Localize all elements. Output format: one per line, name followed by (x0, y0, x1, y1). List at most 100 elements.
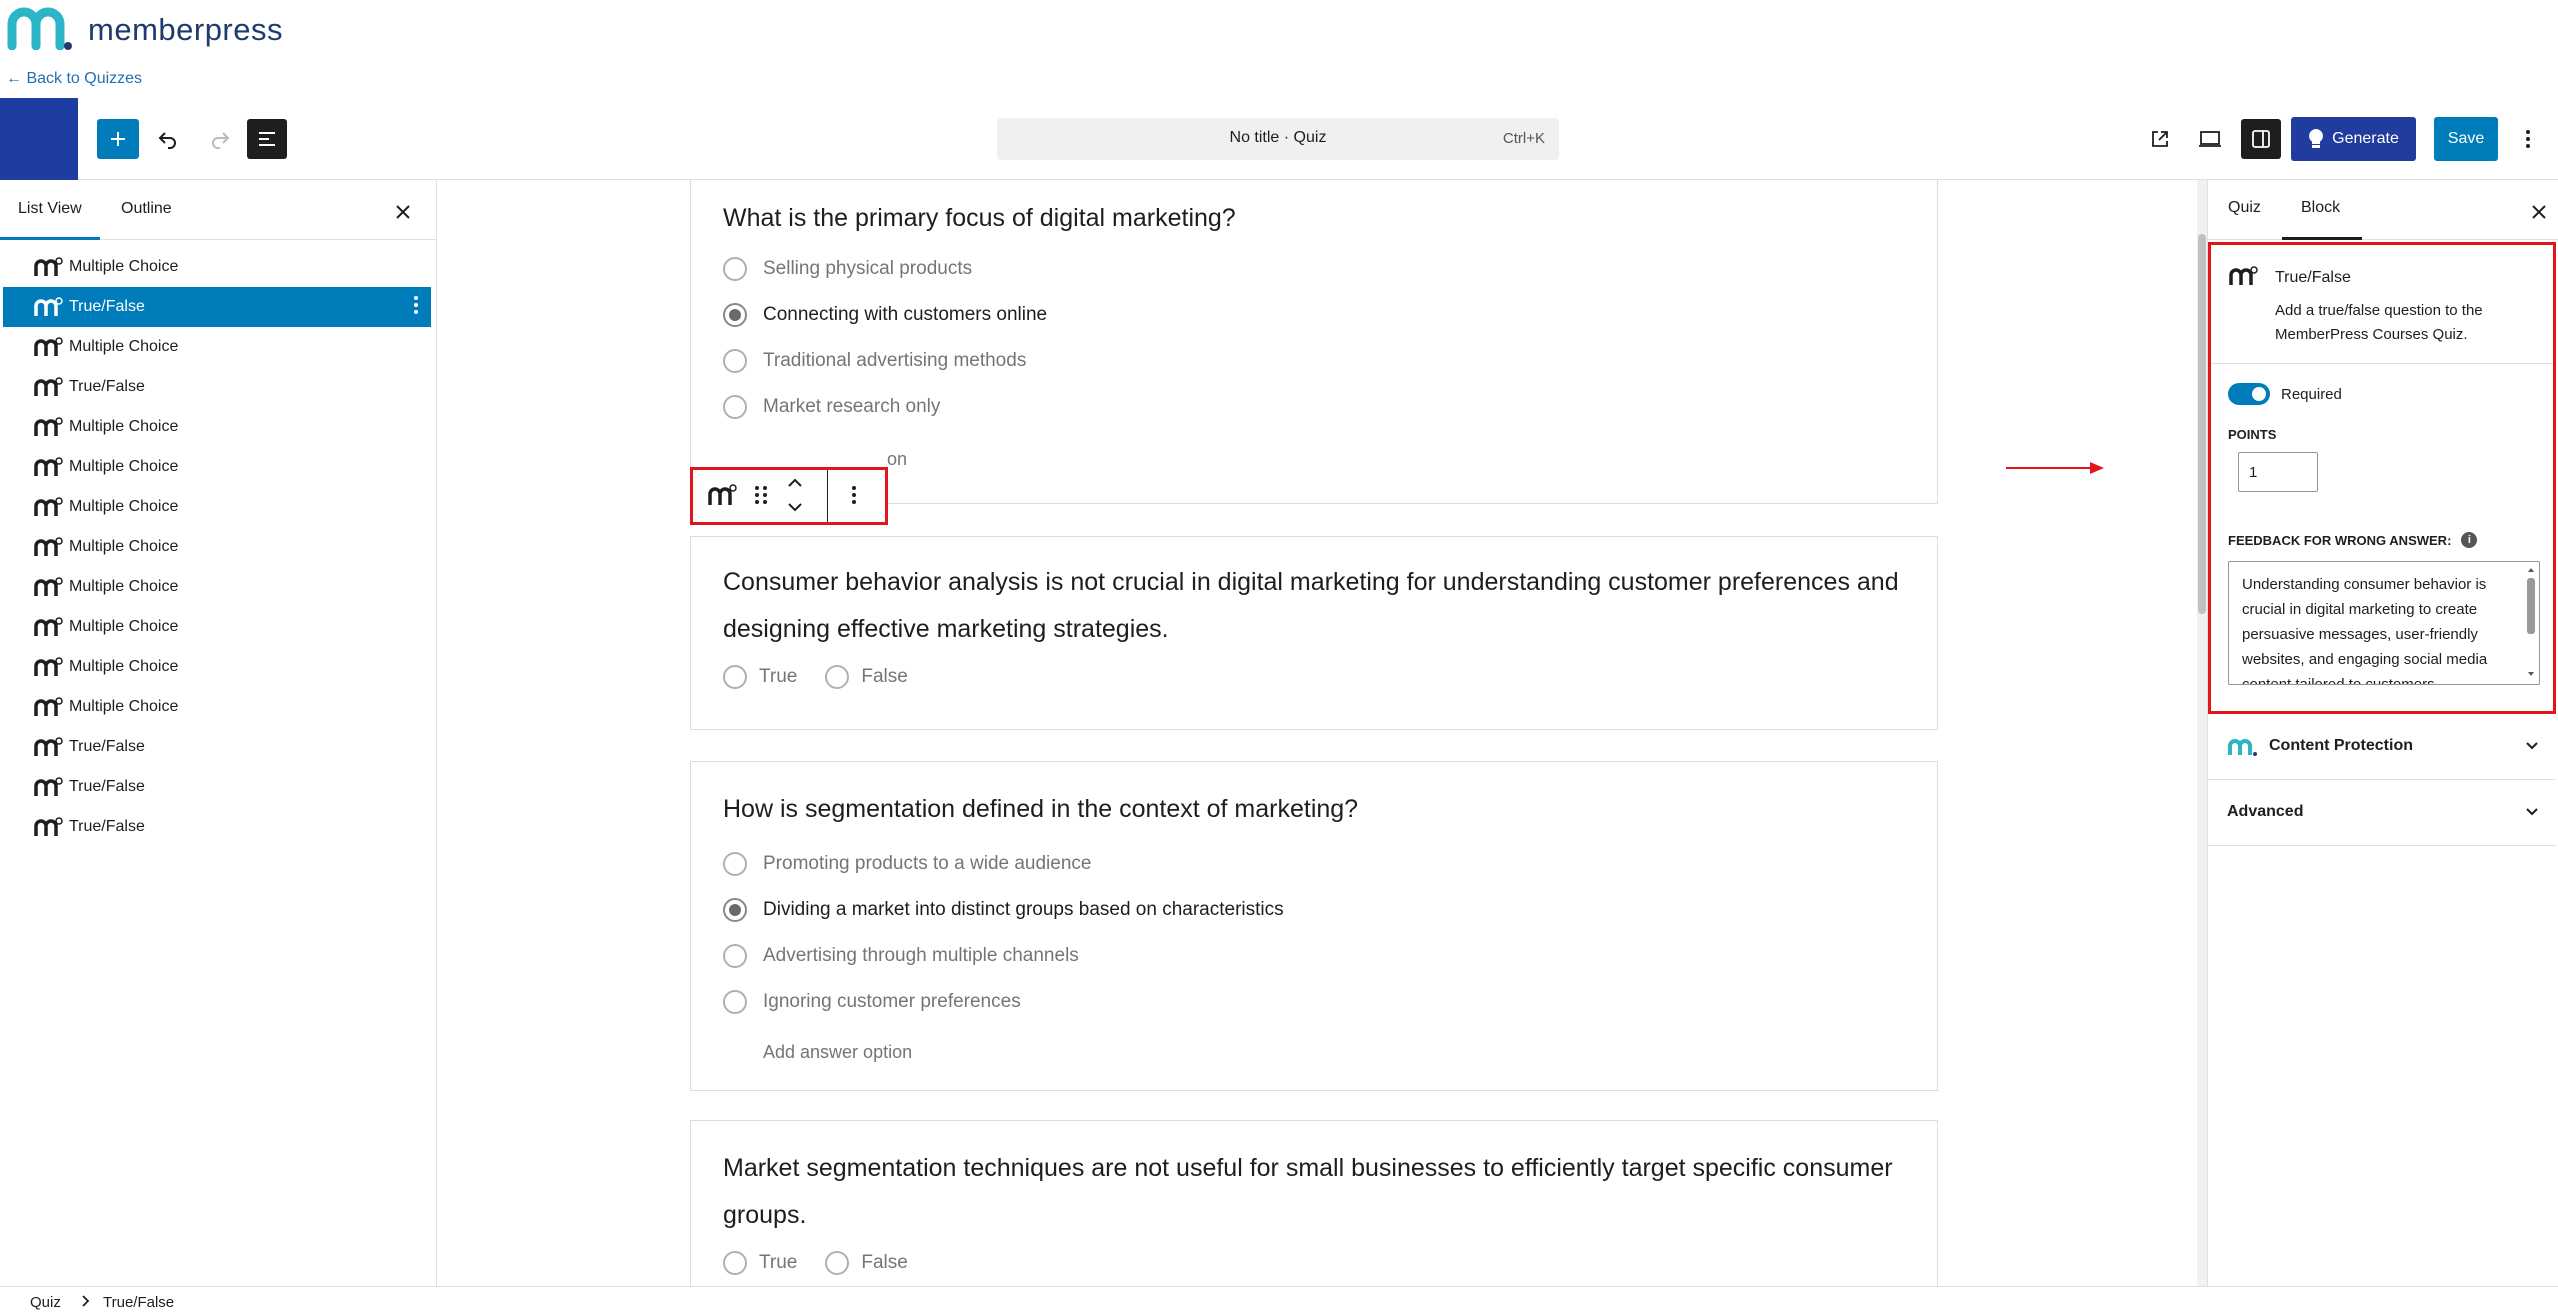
textarea-scrollbar[interactable] (2525, 564, 2537, 682)
list-view-item[interactable]: Multiple Choice (3, 487, 431, 527)
item-options-button[interactable] (413, 295, 419, 321)
radio-true[interactable] (723, 1251, 747, 1275)
list-view-item[interactable]: Multiple Choice (3, 407, 431, 447)
question-block-true-false[interactable]: Consumer behavior analysis is not crucia… (690, 536, 1938, 730)
command-palette-bar[interactable]: No title · Quiz Ctrl+K (997, 118, 1559, 160)
lightbulb-icon (2309, 129, 2324, 148)
answer-option[interactable]: Ignoring customer preferences (723, 990, 1021, 1014)
question-title[interactable]: How is segmentation defined in the conte… (723, 786, 1913, 833)
block-description: Add a true/false question to the MemberP… (2275, 302, 2483, 343)
radio-false[interactable] (825, 665, 850, 689)
feedback-textarea[interactable]: Understanding consumer behavior is cruci… (2228, 561, 2540, 685)
false-label: False (861, 1252, 908, 1273)
chevron-down-icon (788, 503, 802, 512)
question-title[interactable]: What is the primary focus of digital mar… (723, 195, 1913, 242)
list-view-item[interactable]: Multiple Choice (3, 447, 431, 487)
list-view-item[interactable]: Multiple Choice (3, 247, 431, 287)
list-view-item[interactable]: True/False (3, 367, 431, 407)
tab-block[interactable]: Block (2301, 199, 2340, 217)
close-list-view-button[interactable] (395, 196, 411, 227)
add-block-button[interactable] (97, 119, 139, 159)
block-type-button[interactable] (707, 483, 737, 512)
settings-sidebar-button[interactable] (2241, 119, 2281, 159)
radio-button[interactable] (723, 349, 747, 373)
question-block-multiple-choice[interactable]: What is the primary focus of digital mar… (690, 180, 1938, 504)
list-view-item[interactable]: Multiple Choice (3, 607, 431, 647)
radio-false[interactable] (825, 1251, 850, 1275)
options-menu-button[interactable] (2508, 119, 2548, 159)
radio-button-selected[interactable] (723, 303, 747, 327)
question-block-true-false[interactable]: Market segmentation techniques are not u… (690, 1120, 1938, 1286)
radio-button[interactable] (723, 257, 747, 281)
site-icon[interactable] (0, 98, 78, 180)
content-protection-panel[interactable]: Content Protection (2208, 714, 2556, 780)
advanced-label: Advanced (2227, 803, 2304, 820)
drag-handle[interactable] (753, 484, 769, 511)
toolbar-divider (827, 470, 828, 522)
list-view-item[interactable]: Multiple Choice (3, 327, 431, 367)
back-to-quizzes-link[interactable]: ← Back to Quizzes (6, 70, 142, 88)
list-view-item[interactable]: True/False (3, 287, 431, 327)
add-answer-option-button[interactable]: Add answer option (763, 1042, 912, 1063)
block-options-button[interactable] (851, 484, 857, 511)
scrollbar-thumb[interactable] (2198, 234, 2206, 614)
tab-outline[interactable]: Outline (121, 200, 172, 218)
vertical-ellipsis-icon (2526, 130, 2530, 148)
answer-option[interactable]: Connecting with customers online (723, 303, 1047, 327)
option-label: Traditional advertising methods (763, 350, 1027, 371)
list-item-label: Multiple Choice (69, 698, 179, 715)
close-settings-button[interactable] (2531, 196, 2547, 227)
redo-icon (212, 132, 230, 149)
answer-option[interactable]: Dividing a market into distinct groups b… (723, 898, 1284, 922)
answer-option[interactable]: Selling physical products (723, 257, 972, 281)
list-view-item[interactable]: Multiple Choice (3, 687, 431, 727)
move-down-button[interactable] (785, 500, 805, 519)
list-item-label: Multiple Choice (69, 618, 179, 635)
redo-button[interactable] (200, 119, 240, 159)
move-up-button[interactable] (785, 476, 805, 495)
advanced-panel[interactable]: Advanced (2208, 780, 2556, 846)
true-label: True (759, 1252, 798, 1273)
list-view-item[interactable]: Multiple Choice (3, 527, 431, 567)
undo-button[interactable] (148, 119, 188, 159)
save-button[interactable]: Save (2434, 117, 2498, 161)
answer-option[interactable]: Advertising through multiple channels (723, 944, 1079, 968)
answer-option[interactable]: Traditional advertising methods (723, 349, 1026, 373)
radio-button[interactable] (723, 395, 747, 419)
view-post-button[interactable] (2140, 119, 2180, 159)
memberpress-block-icon (34, 457, 63, 476)
generate-button[interactable]: Generate (2291, 117, 2416, 161)
radio-button-selected[interactable] (723, 898, 747, 922)
radio-button[interactable] (723, 944, 747, 968)
question-title[interactable]: Market segmentation techniques are not u… (723, 1145, 1913, 1239)
info-icon[interactable]: i (2461, 532, 2478, 548)
list-view-item[interactable]: True/False (3, 767, 431, 807)
list-view-item[interactable]: True/False (3, 727, 431, 767)
document-title: No title · Quiz (1229, 129, 1327, 146)
radio-true[interactable] (723, 665, 747, 689)
list-view-item[interactable]: Multiple Choice (3, 567, 431, 607)
add-answer-option-partial[interactable]: on (887, 449, 907, 470)
required-toggle[interactable] (2228, 383, 2270, 405)
tab-list-view[interactable]: List View (18, 200, 82, 218)
radio-button[interactable] (723, 990, 747, 1014)
question-title[interactable]: Consumer behavior analysis is not crucia… (723, 559, 1913, 653)
list-view-item[interactable]: Multiple Choice (3, 647, 431, 687)
vertical-ellipsis-icon (414, 296, 418, 314)
document-overview-button[interactable] (247, 119, 287, 159)
canvas-scrollbar[interactable] (2197, 180, 2207, 1286)
block-title: True/False (2275, 269, 2351, 286)
breadcrumb-quiz[interactable]: Quiz (30, 1294, 61, 1311)
device-preview-button[interactable] (2190, 119, 2230, 159)
radio-button[interactable] (723, 852, 747, 876)
answer-option[interactable]: Market research only (723, 395, 940, 419)
points-input[interactable] (2238, 452, 2318, 492)
active-tab-indicator (2282, 237, 2362, 240)
list-view-item[interactable]: True/False (3, 807, 431, 847)
tab-quiz[interactable]: Quiz (2228, 199, 2261, 217)
breadcrumb-true-false[interactable]: True/False (103, 1294, 174, 1311)
answer-option[interactable]: Promoting products to a wide audience (723, 852, 1091, 876)
question-block-multiple-choice[interactable]: How is segmentation defined in the conte… (690, 761, 1938, 1091)
memberpress-block-icon (34, 577, 63, 596)
divider (2211, 363, 2553, 364)
